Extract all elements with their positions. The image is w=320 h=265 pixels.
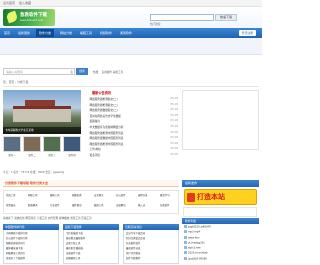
latest-release-heading: 最新发布 [182, 180, 259, 187]
category-heading: 分类软件下载导航 软件分类大全 [3, 180, 179, 187]
header-search-input[interactable] [150, 14, 214, 21]
category-link[interactable]: 系统工具 [6, 193, 22, 197]
file-icon [184, 246, 187, 250]
login-button[interactable]: 登录注册 [238, 30, 256, 36]
file-icon [184, 225, 187, 228]
thumbnail-label[interactable]: 软件三 [43, 153, 61, 157]
nav-item-video[interactable]: 视频软件 [100, 31, 112, 35]
nav-item-site-categories[interactable]: 网站分类 [60, 31, 72, 35]
news-list: · 网络服务器检测提交(二) 05-09 · 网络服务器检测提交(二) 05-09 … [88, 97, 178, 159]
sidebar-ad-area [182, 90, 259, 150]
category-link[interactable]: 媒体工具 [50, 193, 66, 197]
leaf-icon [5, 10, 19, 24]
nav-item-games[interactable]: 游戏软件 [120, 31, 132, 35]
site-search-button[interactable]: 搜索 [76, 68, 88, 75]
thumbnail-grid: 软件一 软件二 软件三 软件四 [3, 136, 83, 166]
main-nav: 首页 最新更新 软件分类 网站分类 编程工具 视频软件 游戏软件 登录注册 [0, 28, 262, 38]
software-list: pspt5100.w98349 mp3 mp4 www.fmv yLoveapg… [182, 225, 259, 262]
nav-item-categories[interactable]: 软件分类 [36, 29, 55, 37]
promo-banner[interactable]: 打造本站 [184, 189, 257, 205]
hot-search-links[interactable]: 热搜： 实用软件 系统工具 [93, 70, 123, 74]
header-search-button[interactable]: 快速下载 [215, 14, 237, 21]
file-icon [184, 251, 187, 255]
category-link[interactable]: 网络工具 [28, 193, 44, 197]
news-item[interactable]: · 更多消息 05-09 [88, 153, 178, 159]
nav-item-programming[interactable]: 编程工具 [80, 31, 92, 35]
list-item[interactable]: 视频编辑工具 [66, 256, 116, 261]
site-search-input[interactable]: 请输入关键词 名 [3, 68, 75, 75]
thumbnail[interactable] [3, 136, 21, 152]
category-link[interactable]: 联络聊天 [28, 203, 44, 207]
category-link[interactable]: 办公软件 [116, 193, 132, 197]
thumbnail[interactable] [23, 136, 41, 152]
category-link[interactable]: 安全相关 [94, 193, 110, 197]
category-link[interactable]: 编程开发 [138, 193, 154, 197]
thumbnail[interactable] [63, 136, 81, 152]
category-link[interactable]: 硬件驱动 [72, 203, 88, 207]
software-list-heading: 软件列表 [182, 218, 259, 224]
list-item[interactable]: 软件专题推荐 [126, 256, 176, 261]
category-link[interactable]: 杂类软件 [160, 203, 176, 207]
category-link[interactable]: 游戏娱乐 [6, 203, 22, 207]
sub-nav [0, 38, 262, 55]
nav-item-latest[interactable]: 最新更新 [18, 31, 30, 35]
news-heading[interactable]: 最新公告资讯 [92, 90, 111, 95]
thumbnail-label[interactable]: 软件四 [63, 153, 81, 157]
nav-item-home[interactable]: 首页 [4, 31, 10, 35]
category-grid: 系统工具 网络工具 媒体工具 图像处理 安全相关 办公软件 编程开发 教育学习 … [3, 190, 179, 214]
category-link[interactable]: 磁盘工具 [94, 203, 110, 207]
category-link[interactable]: 图像处理 [72, 193, 88, 197]
set-homepage-link[interactable]: 设为首页 [3, 1, 15, 5]
featured-image[interactable]: 卡内基梅隆大学北京某地 [3, 90, 81, 134]
sidebar-links-box [183, 207, 257, 217]
search-type-select[interactable]: 名 [70, 70, 73, 74]
site-logo[interactable]: 急救软件下载 www.520-soft.com [3, 9, 55, 26]
add-favorite-link[interactable]: 加入收藏 [19, 1, 31, 5]
site-header: 急救软件下载 www.520-soft.com 快速下载 热门搜索： [0, 7, 262, 28]
breadcrumb: 您：首页 › 分类下载 [3, 80, 29, 84]
top-utility-bar: 设为首页 加入收藏 [0, 0, 262, 7]
featured-caption: 卡内基梅隆大学北京某地 [3, 127, 81, 134]
activity-column: 近期活动消息 会员专享下载活动 积分兑换奖品活动 站长推荐软件 最新软件动态 用… [123, 224, 179, 264]
category-link[interactable]: 教育学习 [160, 193, 176, 197]
file-icon [184, 256, 187, 260]
file-icon [184, 235, 187, 239]
subcategory-links[interactable]: 系统补丁 系统优化 网页浏览 下载工具 文件管理 媒体播放 游戏工具 压缩工具 [3, 216, 179, 220]
category-link[interactable]: 行业软件 [50, 203, 66, 207]
list-item[interactable]: 游戏补丁下载推荐 [6, 256, 56, 261]
thumbnail-label[interactable]: 软件一 [3, 153, 21, 157]
file-icon [184, 240, 187, 244]
list-item[interactable]: ipcp803-09080 [182, 256, 259, 262]
category-link[interactable]: 输入法 [138, 203, 154, 207]
latest-column: 最新下载软件 飞信电脑版下载 驱动精灵最新版本 迅雷下载工具 暴风影音播放器 压… [63, 224, 119, 264]
hot-words-label: 热门搜索： [150, 23, 163, 26]
ranking-column: 中国软件排行榜 中国网络下载排行榜 办公软件下载排行榜 图像处理软件排行 媒体播… [3, 224, 59, 264]
badge-icon [187, 193, 195, 202]
category-link[interactable]: 压缩解压 [116, 203, 132, 207]
thumbnail[interactable] [43, 136, 61, 152]
divider [3, 86, 259, 87]
thumbnail-label[interactable]: 软件二 [23, 153, 41, 157]
site-stats: 今日：3 总计：75774 在线：3568 会员：Jgewkdg [3, 171, 65, 174]
file-icon [184, 230, 187, 234]
